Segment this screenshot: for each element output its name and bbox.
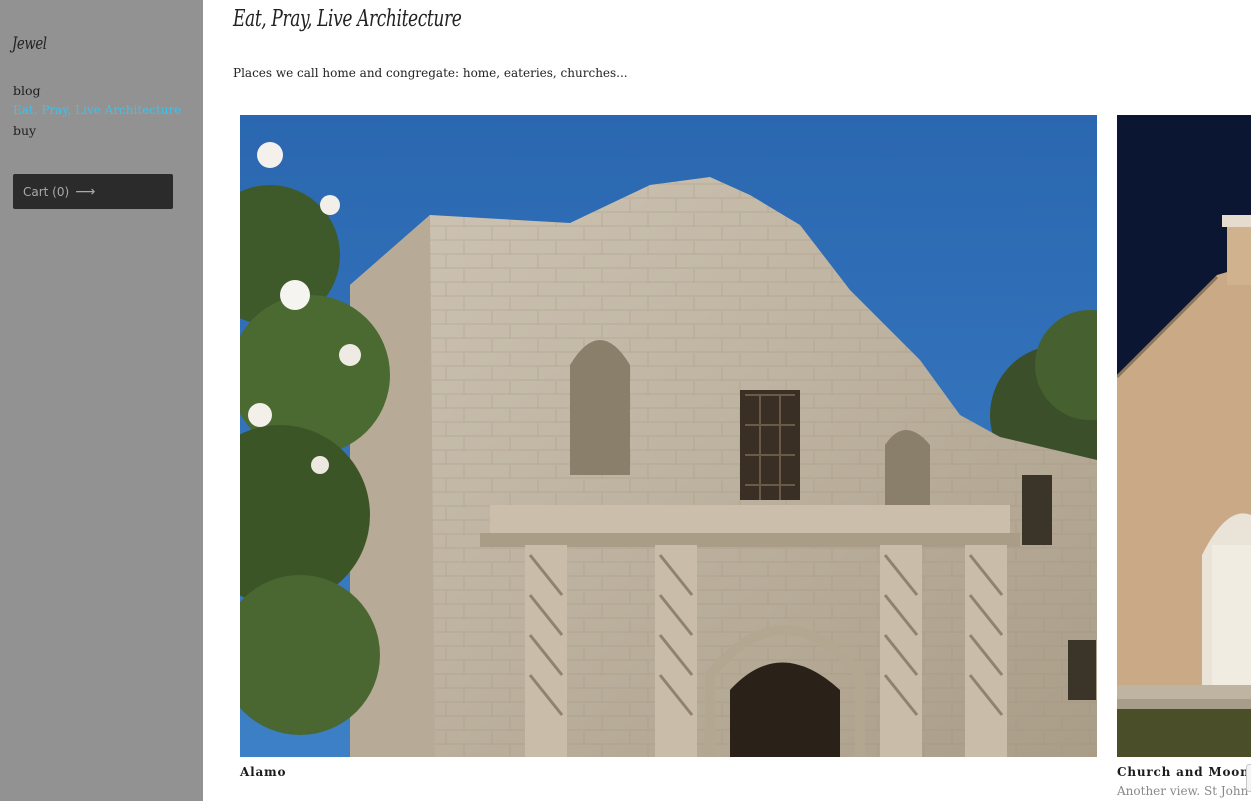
page-title: Eat, Pray, Live Architecture <box>233 6 462 32</box>
arrow-right-icon: ⟶ <box>75 183 96 200</box>
nav-item-eat-pray-live[interactable]: Eat, Pray, Live Architecture <box>13 103 183 117</box>
photo-subcaption: Another view. St John <box>1117 784 1249 798</box>
sidebar-nav: blog Eat, Pray, Live Architecture buy <box>13 83 183 138</box>
nav-item-blog[interactable]: blog <box>13 83 183 98</box>
church-photo-icon <box>1117 115 1251 757</box>
photo-caption: Church and Moon <box>1117 765 1250 779</box>
nav-item-buy[interactable]: buy <box>13 123 183 138</box>
cart-label: Cart (0) <box>23 184 70 199</box>
gallery-description: Places we call home and congregate: home… <box>233 66 628 80</box>
photo-church-and-moon[interactable] <box>1117 115 1251 757</box>
alamo-facade-photo-icon <box>240 115 1097 757</box>
scroll-handle[interactable] <box>1246 764 1251 792</box>
photo-caption: Alamo <box>240 765 287 779</box>
site-title[interactable]: Jewel <box>12 34 47 54</box>
sidebar: Jewel blog Eat, Pray, Live Architecture … <box>0 0 203 801</box>
cart-button[interactable]: Cart (0) ⟶ <box>13 174 173 209</box>
photo-alamo[interactable] <box>240 115 1097 757</box>
